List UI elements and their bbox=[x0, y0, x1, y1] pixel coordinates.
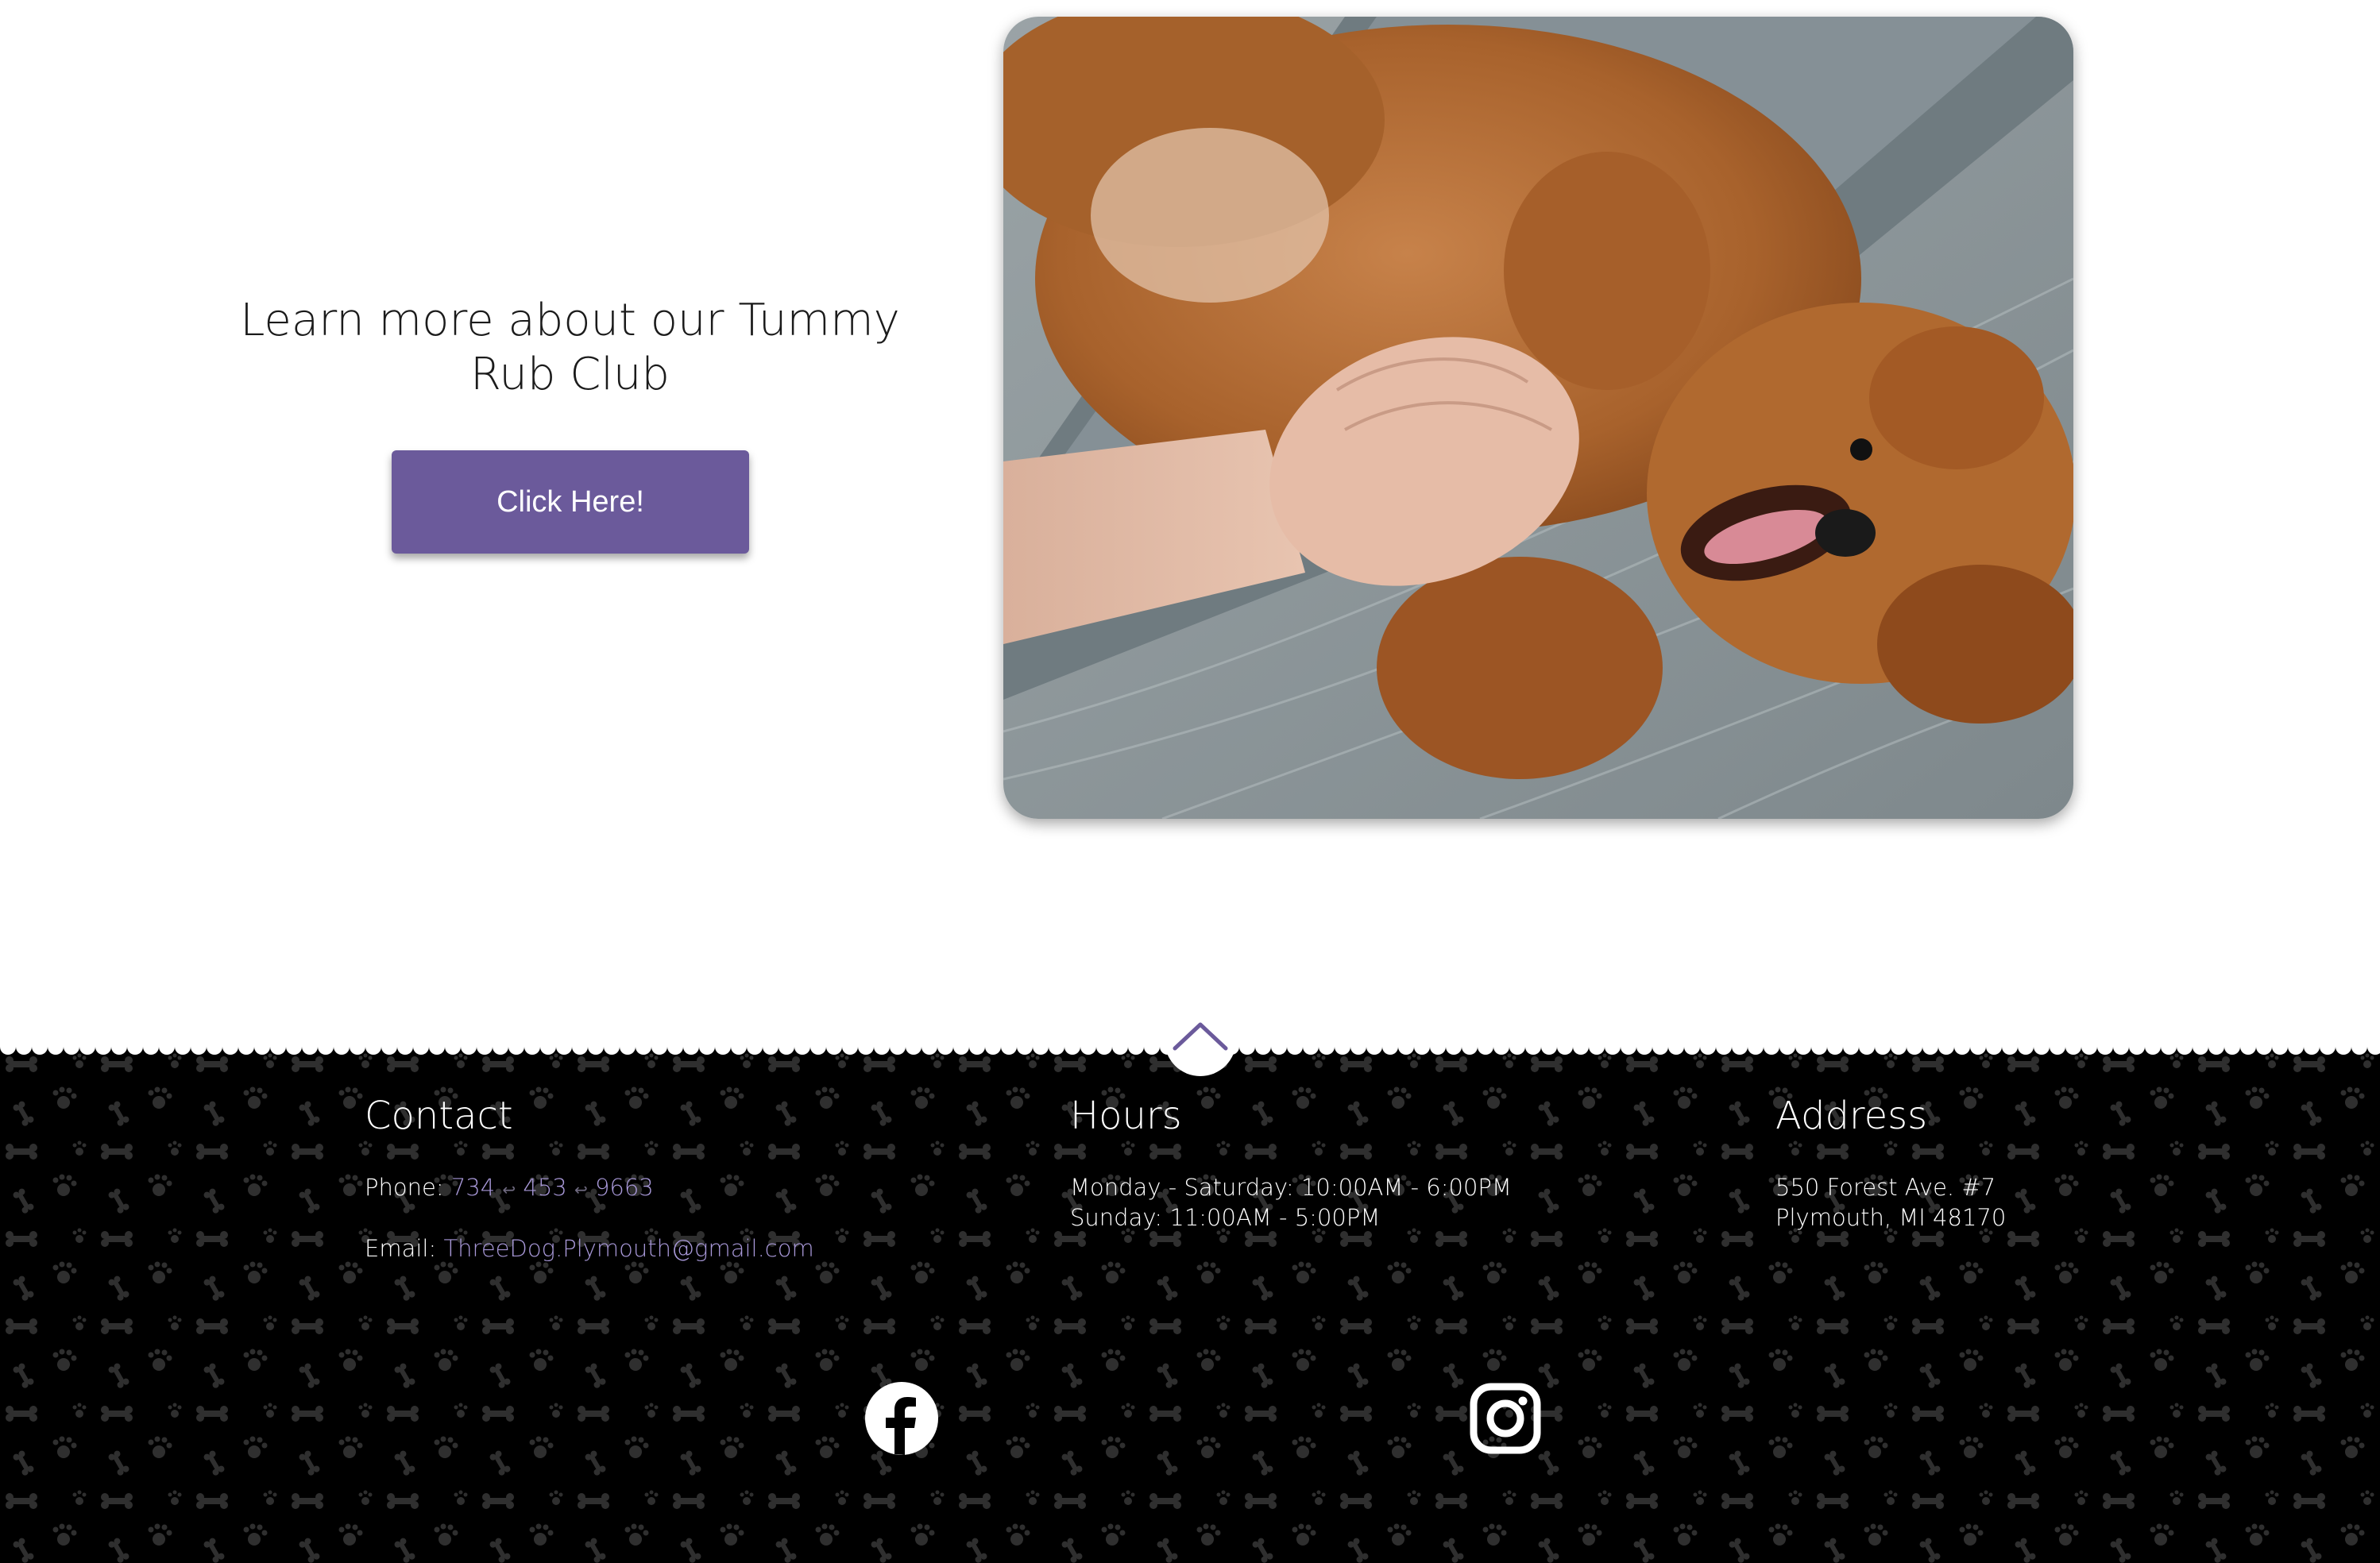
address-line1: 550 Forest Ave. #7 bbox=[1775, 1174, 1996, 1201]
phone-part3: 9663 bbox=[594, 1174, 654, 1201]
hours-line1: Monday - Saturday: 10:00AM - 6:00PM bbox=[1070, 1174, 1512, 1201]
page: Learn more about our Tummy Rub Club Clic… bbox=[0, 0, 2380, 1563]
scroll-to-top-button[interactable] bbox=[1165, 1005, 1236, 1076]
dog-belly-rub-photo bbox=[1003, 17, 2073, 819]
email-line: Email: ThreeDog.Plymouth@gmail.com bbox=[365, 1233, 814, 1264]
address-section: Address 550 Forest Ave. #7 Plymouth, MI … bbox=[1775, 1088, 2006, 1233]
hours-line2: Sunday: 11:00AM - 5:00PM bbox=[1070, 1204, 1381, 1231]
instagram-link[interactable] bbox=[1467, 1380, 1544, 1457]
contact-title: Contact bbox=[365, 1094, 513, 1138]
phone-part2: 453 bbox=[523, 1174, 567, 1201]
phone-separator-icon: ↩ bbox=[502, 1180, 516, 1199]
promo-section: Learn more about our Tummy Rub Club bbox=[230, 294, 910, 402]
address-line2: Plymouth, MI 48170 bbox=[1775, 1204, 2007, 1231]
phone-link[interactable]: 734 ↩ 453 ↩ 9663 bbox=[451, 1174, 654, 1201]
hours-title: Hours bbox=[1070, 1094, 1182, 1138]
phone-part1: 734 bbox=[450, 1174, 496, 1201]
email-link[interactable]: ThreeDog.Plymouth@gmail.com bbox=[443, 1235, 813, 1262]
promo-heading: Learn more about our Tummy Rub Club bbox=[230, 294, 910, 402]
instagram-icon bbox=[1470, 1383, 1541, 1454]
phone-separator-icon: ↩ bbox=[574, 1180, 588, 1199]
phone-line: Phone: 734 ↩ 453 ↩ 9663 bbox=[365, 1172, 814, 1205]
phone-label: Phone: bbox=[365, 1174, 451, 1201]
hours-section: Hours Monday - Saturday: 10:00AM - 6:00P… bbox=[1070, 1088, 1512, 1233]
chevron-up-icon bbox=[1173, 1022, 1228, 1051]
promo-heading-line2: Rub Club bbox=[470, 349, 670, 400]
email-label: Email: bbox=[365, 1235, 444, 1262]
promo-heading-line1: Learn more about our Tummy bbox=[240, 295, 900, 346]
click-here-button[interactable]: Click Here! bbox=[392, 450, 749, 554]
facebook-icon bbox=[865, 1382, 938, 1455]
facebook-link[interactable] bbox=[864, 1380, 940, 1457]
address-title: Address bbox=[1775, 1094, 1928, 1138]
contact-section: Contact Phone: 734 ↩ 453 ↩ 9663 Email: T… bbox=[365, 1088, 814, 1264]
